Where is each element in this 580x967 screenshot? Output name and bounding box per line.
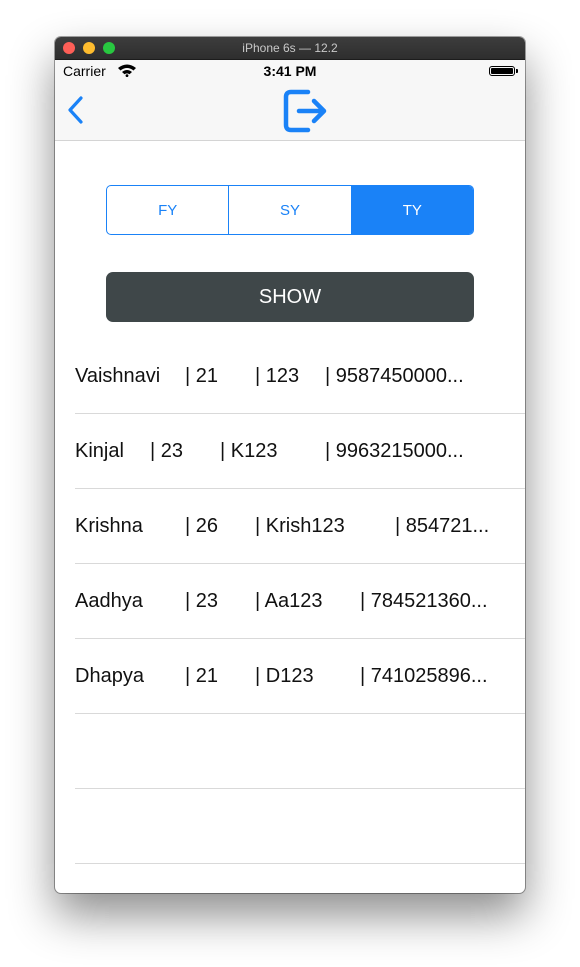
row-phone-text: | 854721... <box>395 515 490 537</box>
row-phone-text: | 9963215000... <box>325 440 464 462</box>
battery-icon <box>489 66 518 76</box>
window-title: iPhone 6s — 12.2 <box>242 41 338 55</box>
segment-ty[interactable]: TY <box>350 186 473 234</box>
row-age-text: | 26 <box>185 515 218 537</box>
row-id-text: | K123 <box>220 440 278 462</box>
table-row[interactable]: Vaishnavi | 21 | 123 | 9587450000... <box>75 339 525 414</box>
navigation-bar <box>55 80 525 141</box>
row-id-text: | 123 <box>255 365 300 387</box>
row-phone-text: | 9587450000... <box>325 365 464 387</box>
segment-sy[interactable]: SY <box>228 186 350 234</box>
row-id-text: | D123 <box>255 665 314 687</box>
row-name-text: Krishna <box>75 515 143 537</box>
row-phone-text: | 784521360... <box>360 590 488 612</box>
logout-icon <box>283 89 327 133</box>
row-age-text: | 21 <box>185 365 218 387</box>
row-name-text: Dhapya <box>75 665 144 687</box>
row-id-text: | Aa123 <box>255 590 323 612</box>
table-row[interactable]: Kinjal | 23 | K123 | 9963215000... <box>75 414 525 489</box>
row-name-text: Kinjal <box>75 440 124 462</box>
status-time: 3:41 PM <box>263 63 317 79</box>
table-row[interactable] <box>75 714 525 789</box>
back-button[interactable] <box>63 92 93 128</box>
row-age-text: | 23 <box>185 590 218 612</box>
table-row[interactable] <box>75 789 525 864</box>
segment-fy[interactable]: FY <box>107 186 228 234</box>
table-row[interactable]: Dhapya | 21 | D123 | 741025896... <box>75 639 525 714</box>
table-row[interactable]: Krishna | 26 | Krish123 | 854721... <box>75 489 525 564</box>
row-id-text: | Krish123 <box>255 515 345 537</box>
simulator-window: iPhone 6s — 12.2 Carrier 3:41 PM FY SY TY <box>55 37 525 893</box>
row-age-text: | 23 <box>150 440 183 462</box>
window-titlebar: iPhone 6s — 12.2 <box>55 37 525 60</box>
year-segmented-control: FY SY TY <box>106 185 474 235</box>
status-bar: Carrier 3:41 PM <box>55 60 525 80</box>
row-phone-text: | 741025896... <box>360 665 488 687</box>
table-row[interactable]: Aadhya | 23 | Aa123 | 784521360... <box>75 564 525 639</box>
row-name-text: Vaishnavi <box>75 365 161 387</box>
row-name-text: Aadhya <box>75 590 143 612</box>
logout-button[interactable] <box>281 88 331 134</box>
row-age-text: | 21 <box>185 665 218 687</box>
show-button[interactable]: SHOW <box>106 272 474 322</box>
chevron-left-icon <box>68 96 83 124</box>
student-list: Vaishnavi | 21 | 123 | 9587450000... Kinjal |… <box>75 339 525 864</box>
